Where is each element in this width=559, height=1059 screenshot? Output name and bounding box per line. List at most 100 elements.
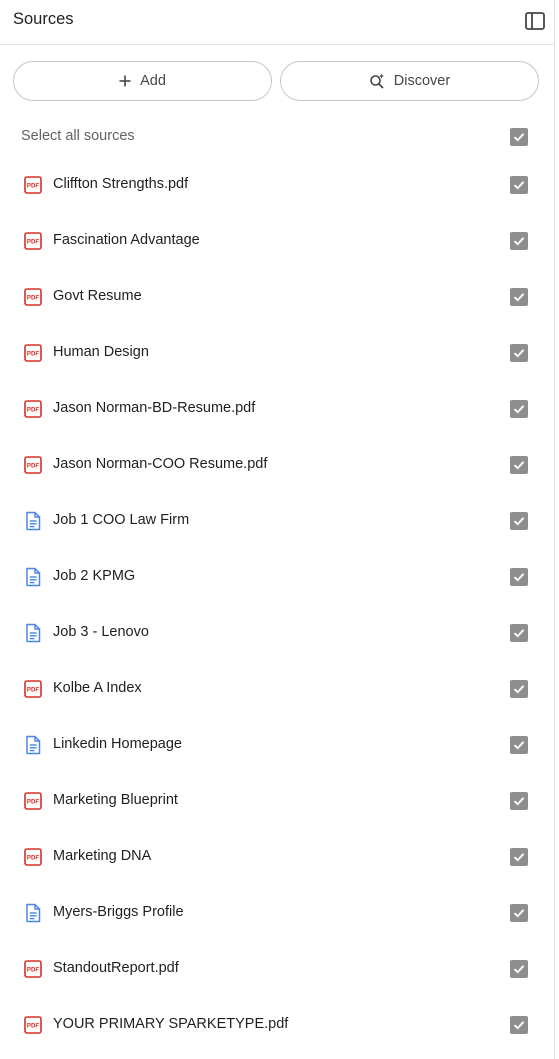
source-item-checkbox[interactable] (510, 568, 528, 586)
source-item-label: YOUR PRIMARY SPARKETYPE.pdf (53, 1016, 289, 1032)
source-list: PDF Cliffton Strengths.pdf PDF Fascinati… (0, 157, 555, 1053)
source-item[interactable]: PDF Kolbe A Index (0, 661, 555, 717)
source-item[interactable]: PDF Cliffton Strengths.pdf (0, 157, 555, 213)
source-item-label: Marketing Blueprint (53, 792, 178, 808)
checkmark-icon (513, 461, 525, 470)
svg-text:PDF: PDF (27, 855, 40, 862)
source-item-checkbox[interactable] (510, 960, 528, 978)
checkmark-icon (513, 909, 525, 918)
source-item-label: Human Design (53, 344, 149, 360)
pdf-file-icon: PDF (23, 791, 43, 811)
source-item-label: Job 2 KPMG (53, 568, 136, 584)
source-item[interactable]: PDF Marketing DNA (0, 829, 555, 885)
source-item[interactable]: Job 3 - Lenovo (0, 605, 555, 661)
checkmark-icon (513, 517, 525, 526)
select-all-label: Select all sources (21, 128, 135, 144)
source-item[interactable]: Linkedin Homepage (0, 717, 555, 773)
checkmark-icon (513, 293, 525, 302)
select-all-row: Select all sources (0, 121, 555, 153)
pdf-file-icon: PDF (23, 847, 43, 867)
document-icon (23, 735, 43, 755)
discover-button-label: Discover (393, 73, 451, 89)
source-item-checkbox[interactable] (510, 792, 528, 810)
svg-text:PDF: PDF (27, 687, 40, 694)
source-item-label: Jason Norman-BD-Resume.pdf (53, 400, 256, 416)
source-item-label: Govt Resume (53, 288, 142, 304)
source-item-label: StandoutReport.pdf (53, 960, 179, 976)
source-item-label: Marketing DNA (53, 848, 152, 864)
checkmark-icon (513, 965, 525, 974)
checkmark-icon (513, 133, 525, 142)
source-item-label: Fascination Advantage (53, 232, 200, 248)
source-item-checkbox[interactable] (510, 1016, 528, 1034)
source-item-label: Kolbe A Index (53, 680, 142, 696)
source-item-label: Jason Norman-COO Resume.pdf (53, 456, 268, 472)
source-item-checkbox[interactable] (510, 904, 528, 922)
checkmark-icon (513, 1021, 525, 1030)
plus-icon (119, 75, 131, 87)
svg-text:PDF: PDF (27, 967, 40, 974)
checkmark-icon (513, 573, 525, 582)
svg-text:PDF: PDF (27, 351, 40, 358)
source-item[interactable]: PDF Jason Norman-COO Resume.pdf (0, 437, 555, 493)
source-item[interactable]: PDF Jason Norman-BD-Resume.pdf (0, 381, 555, 437)
panel-title: Sources (13, 10, 74, 28)
pdf-file-icon: PDF (23, 175, 43, 195)
panel-header: Sources (0, 0, 555, 45)
source-item[interactable]: PDF Govt Resume (0, 269, 555, 325)
discover-sources-button[interactable]: Discover (280, 61, 539, 101)
checkmark-icon (513, 741, 525, 750)
source-item[interactable]: PDF YOUR PRIMARY SPARKETYPE.pdf (0, 997, 555, 1053)
source-item-checkbox[interactable] (510, 232, 528, 250)
source-item[interactable]: PDF Marketing Blueprint (0, 773, 555, 829)
pdf-file-icon: PDF (23, 679, 43, 699)
svg-text:PDF: PDF (27, 183, 40, 190)
source-item-label: Cliffton Strengths.pdf (53, 176, 189, 192)
source-item-checkbox[interactable] (510, 848, 528, 866)
source-item[interactable]: PDF Human Design (0, 325, 555, 381)
checkmark-icon (513, 181, 525, 190)
source-item-label: Myers-Briggs Profile (53, 904, 184, 920)
source-item[interactable]: Job 2 KPMG (0, 549, 555, 605)
document-icon (23, 623, 43, 643)
source-item[interactable]: Job 1 COO Law Firm (0, 493, 555, 549)
source-item-label: Linkedin Homepage (53, 736, 182, 752)
document-icon (23, 567, 43, 587)
source-item-checkbox[interactable] (510, 624, 528, 642)
checkmark-icon (513, 237, 525, 246)
pdf-file-icon: PDF (23, 1015, 43, 1035)
add-button-label: Add (140, 73, 166, 89)
sidebar-panel-icon[interactable] (524, 10, 546, 32)
source-item-checkbox[interactable] (510, 400, 528, 418)
checkmark-icon (513, 349, 525, 358)
add-source-button[interactable]: Add (13, 61, 272, 101)
source-item-checkbox[interactable] (510, 176, 528, 194)
checkmark-icon (513, 629, 525, 638)
source-item-label: Job 1 COO Law Firm (53, 512, 190, 528)
source-item-checkbox[interactable] (510, 456, 528, 474)
svg-text:PDF: PDF (27, 295, 40, 302)
sources-panel: Sources Add Discover Select all sources … (0, 0, 555, 1059)
source-item-checkbox[interactable] (510, 736, 528, 754)
pdf-file-icon: PDF (23, 959, 43, 979)
source-item-checkbox[interactable] (510, 680, 528, 698)
select-all-checkbox[interactable] (510, 128, 528, 146)
svg-text:PDF: PDF (27, 463, 40, 470)
document-icon (23, 511, 43, 531)
pdf-file-icon: PDF (23, 399, 43, 419)
source-item[interactable]: PDF StandoutReport.pdf (0, 941, 555, 997)
source-item-checkbox[interactable] (510, 512, 528, 530)
source-item-checkbox[interactable] (510, 344, 528, 362)
checkmark-icon (513, 797, 525, 806)
source-item[interactable]: Myers-Briggs Profile (0, 885, 555, 941)
pdf-file-icon: PDF (23, 287, 43, 307)
source-item-checkbox[interactable] (510, 288, 528, 306)
search-sparkle-icon (369, 73, 385, 89)
checkmark-icon (513, 853, 525, 862)
pdf-file-icon: PDF (23, 231, 43, 251)
checkmark-icon (513, 405, 525, 414)
source-item[interactable]: PDF Fascination Advantage (0, 213, 555, 269)
pdf-file-icon: PDF (23, 455, 43, 475)
pdf-file-icon: PDF (23, 343, 43, 363)
svg-text:PDF: PDF (27, 239, 40, 246)
